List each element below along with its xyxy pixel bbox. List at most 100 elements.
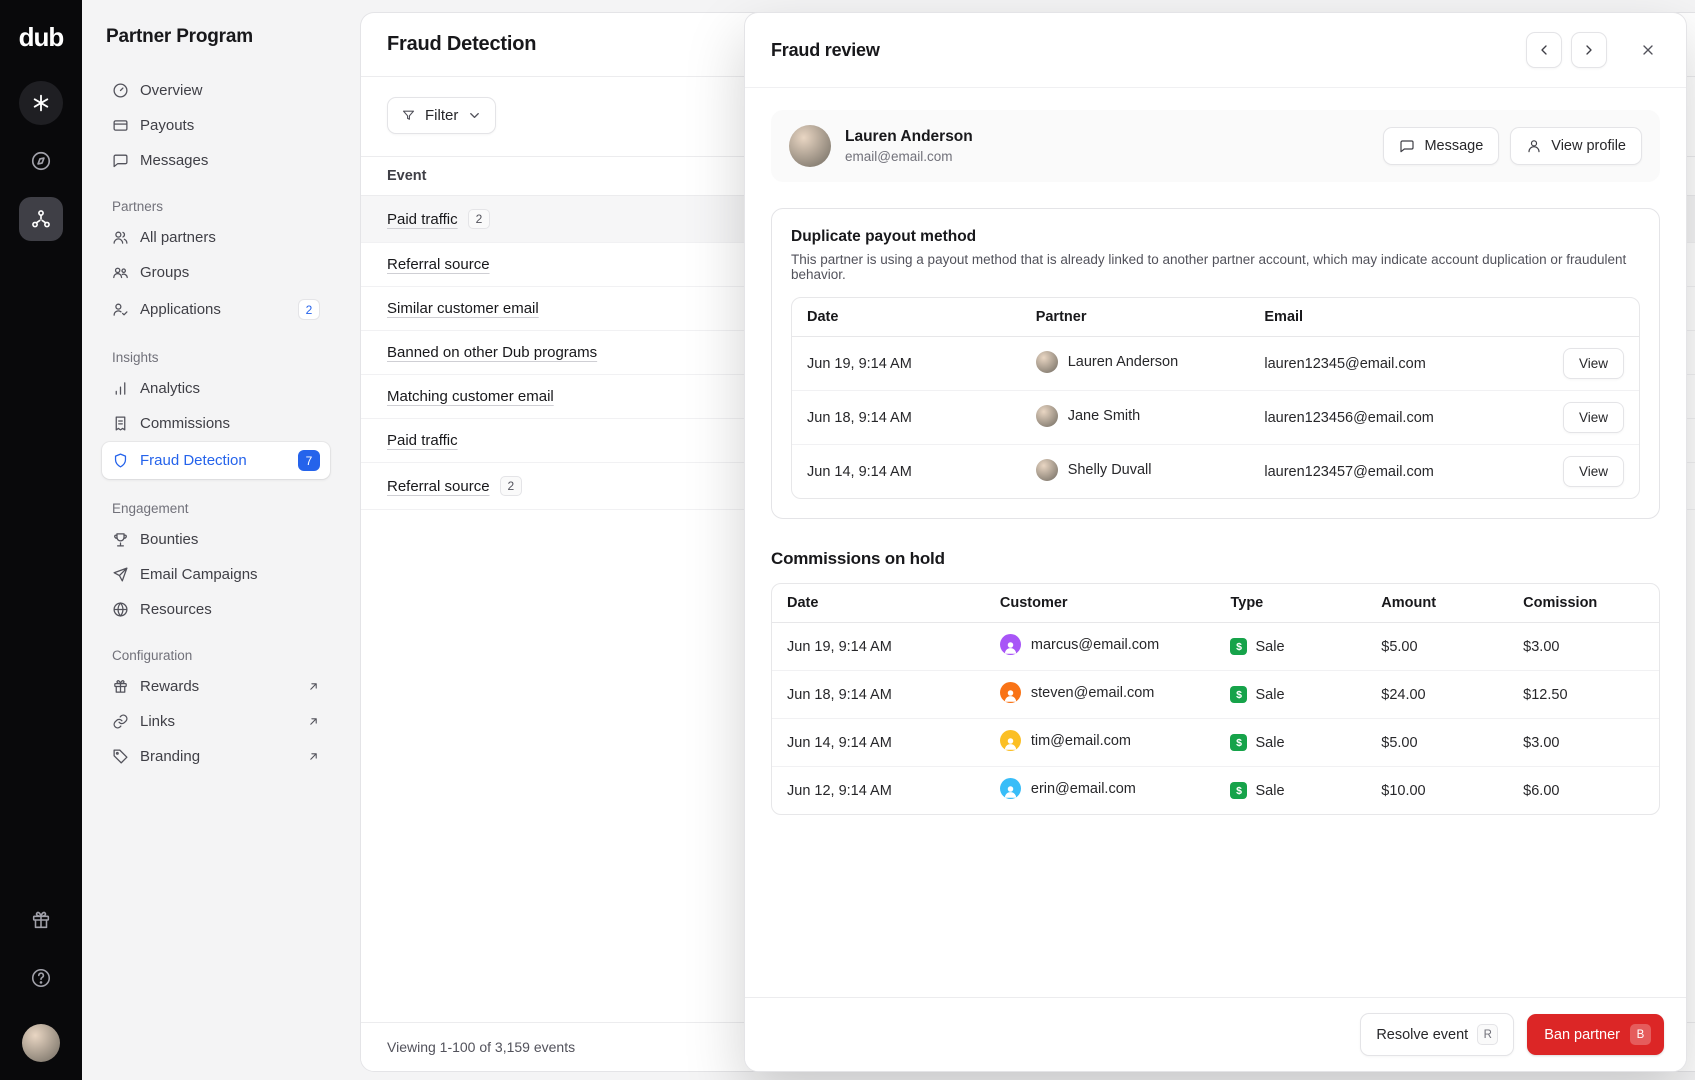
- sidebar-item-label: Overview: [140, 82, 203, 99]
- table-row: Jun 14, 9:14 AM Shelly Duvall lauren1234…: [792, 444, 1639, 498]
- person-icon: [1004, 786, 1016, 798]
- globe-icon: [113, 602, 128, 617]
- person-icon: [1004, 642, 1016, 654]
- cell-type-label: Sale: [1255, 638, 1285, 655]
- cell-customer: steven@email.com: [1030, 684, 1155, 701]
- sidebar-item-bounties[interactable]: Bounties: [102, 523, 330, 556]
- close-icon: [1643, 45, 1653, 55]
- customer-avatar: [999, 634, 1021, 655]
- sidebar-item-email-campaigns[interactable]: Email Campaigns: [102, 558, 330, 591]
- sidebar-item-all-partners[interactable]: All partners: [102, 221, 330, 254]
- cell-date: Jun 19, 9:14 AM: [787, 638, 892, 655]
- gauge-icon: [113, 83, 128, 98]
- sidebar-item-resources[interactable]: Resources: [102, 593, 330, 626]
- sidebar-item-label: Rewards: [140, 678, 200, 695]
- cell-amount: $10.00: [1366, 766, 1509, 814]
- cell-type-label: Sale: [1255, 782, 1285, 799]
- close-button[interactable]: [1630, 32, 1666, 68]
- explore-button[interactable]: [19, 139, 63, 183]
- cell-date: Jun 18, 9:14 AM: [792, 390, 1021, 445]
- chat-icon: [113, 154, 128, 168]
- cell-amount: $5.00: [1381, 638, 1418, 655]
- gift-icon: [32, 911, 50, 929]
- sidebar-item-overview[interactable]: Overview: [102, 74, 330, 107]
- event-count-badge: 2: [467, 209, 491, 229]
- link-icon: [113, 714, 128, 729]
- resolve-kbd-badge: R: [1477, 1024, 1499, 1045]
- cell-commission: $3.00: [1523, 638, 1560, 655]
- sidebar-item-fraud-detection[interactable]: Fraud Detection 7: [102, 442, 330, 479]
- next-event-button[interactable]: [1571, 32, 1607, 68]
- sidebar-item-label: Payouts: [140, 117, 195, 134]
- cell-date: Jun 14, 9:14 AM: [772, 718, 985, 767]
- sidebar-item-label: Groups: [140, 264, 190, 281]
- filter-label: Filter: [425, 107, 459, 124]
- sale-icon: [1230, 782, 1248, 800]
- sale-icon: [1230, 686, 1248, 704]
- sidebar-section-partners: Partners: [112, 199, 164, 214]
- partner-program-nav-button[interactable]: [19, 197, 63, 241]
- sidebar-item-payouts[interactable]: Payouts: [102, 109, 330, 142]
- cell-commission: $12.50: [1508, 670, 1659, 719]
- message-label: Message: [1424, 138, 1484, 154]
- sidebar-item-rewards[interactable]: Rewards: [102, 670, 330, 703]
- sidebar-item-label: Commissions: [140, 415, 231, 432]
- view-button[interactable]: View: [1562, 456, 1624, 487]
- filter-button[interactable]: Filter: [387, 97, 497, 134]
- acme-logo-icon: [33, 94, 49, 112]
- view-button[interactable]: View: [1562, 402, 1624, 433]
- event-label: Referral source: [387, 256, 490, 273]
- sidebar-item-groups[interactable]: Groups: [102, 256, 330, 289]
- fraud-card-title: Duplicate payout method: [791, 228, 977, 245]
- sidebar-item-applications[interactable]: Applications 2: [102, 291, 330, 328]
- cell-type-label: Sale: [1255, 686, 1285, 703]
- view-button[interactable]: View: [1562, 348, 1624, 379]
- sidebar-item-links[interactable]: Links: [102, 705, 330, 738]
- column-header-email: Email: [1249, 298, 1538, 337]
- partner-avatar: [789, 125, 831, 167]
- user-icon: [1528, 140, 1540, 153]
- duplicate-accounts-table: Date Partner Email Jun 19, 9:14 AM Laure…: [792, 298, 1639, 498]
- chevron-left-icon: [1541, 45, 1547, 55]
- partner-summary: Lauren Anderson email@email.com Message …: [771, 110, 1660, 182]
- sidebar-item-commissions[interactable]: Commissions: [102, 407, 330, 440]
- chevron-right-icon: [1586, 45, 1592, 55]
- table-row: Jun 19, 9:14 AM marcus@email.com Sale $5…: [772, 623, 1659, 671]
- user-avatar[interactable]: [22, 1024, 60, 1062]
- gift-icon: [114, 680, 127, 693]
- view-profile-label: View profile: [1551, 138, 1626, 154]
- sidebar-item-branding[interactable]: Branding: [102, 740, 330, 773]
- rewards-rail-button[interactable]: [19, 898, 63, 942]
- customer-avatar: [999, 778, 1021, 799]
- view-profile-button[interactable]: View profile: [1510, 127, 1642, 165]
- cell-email: lauren123456@email.com: [1249, 390, 1538, 445]
- ban-partner-button[interactable]: Ban partner B: [1527, 1014, 1664, 1055]
- help-icon: [31, 968, 51, 988]
- message-button[interactable]: Message: [1383, 127, 1500, 165]
- cell-email: lauren12345@email.com: [1264, 355, 1426, 372]
- resolve-event-button[interactable]: Resolve event R: [1360, 1013, 1515, 1056]
- external-link-icon: [310, 718, 317, 725]
- ban-partner-label: Ban partner: [1544, 1026, 1620, 1043]
- external-link-icon: [310, 753, 317, 760]
- cell-customer: erin@email.com: [1030, 780, 1136, 797]
- sidebar-item-analytics[interactable]: Analytics: [102, 372, 330, 405]
- compass-icon: [31, 151, 51, 171]
- users-group-icon: [113, 267, 128, 279]
- modal-title: Fraud review: [771, 39, 880, 60]
- user-check-icon: [113, 303, 128, 316]
- workspace-acme-button[interactable]: [19, 81, 63, 125]
- customer-avatar: [999, 730, 1021, 751]
- column-header-date: Date: [772, 584, 985, 623]
- sale-icon: [1230, 734, 1248, 752]
- column-header-customer: Customer: [984, 584, 1216, 623]
- sidebar-item-messages[interactable]: Messages: [102, 144, 330, 177]
- cell-date: Jun 19, 9:14 AM: [807, 355, 912, 372]
- sale-icon: [1230, 638, 1248, 656]
- cell-customer: tim@email.com: [1030, 732, 1131, 749]
- commissions-heading: Commissions on hold: [771, 549, 945, 568]
- cell-email: lauren123457@email.com: [1249, 444, 1538, 498]
- prev-event-button[interactable]: [1526, 32, 1562, 68]
- sidebar-item-label: Resources: [140, 601, 212, 618]
- help-button[interactable]: [19, 956, 63, 1000]
